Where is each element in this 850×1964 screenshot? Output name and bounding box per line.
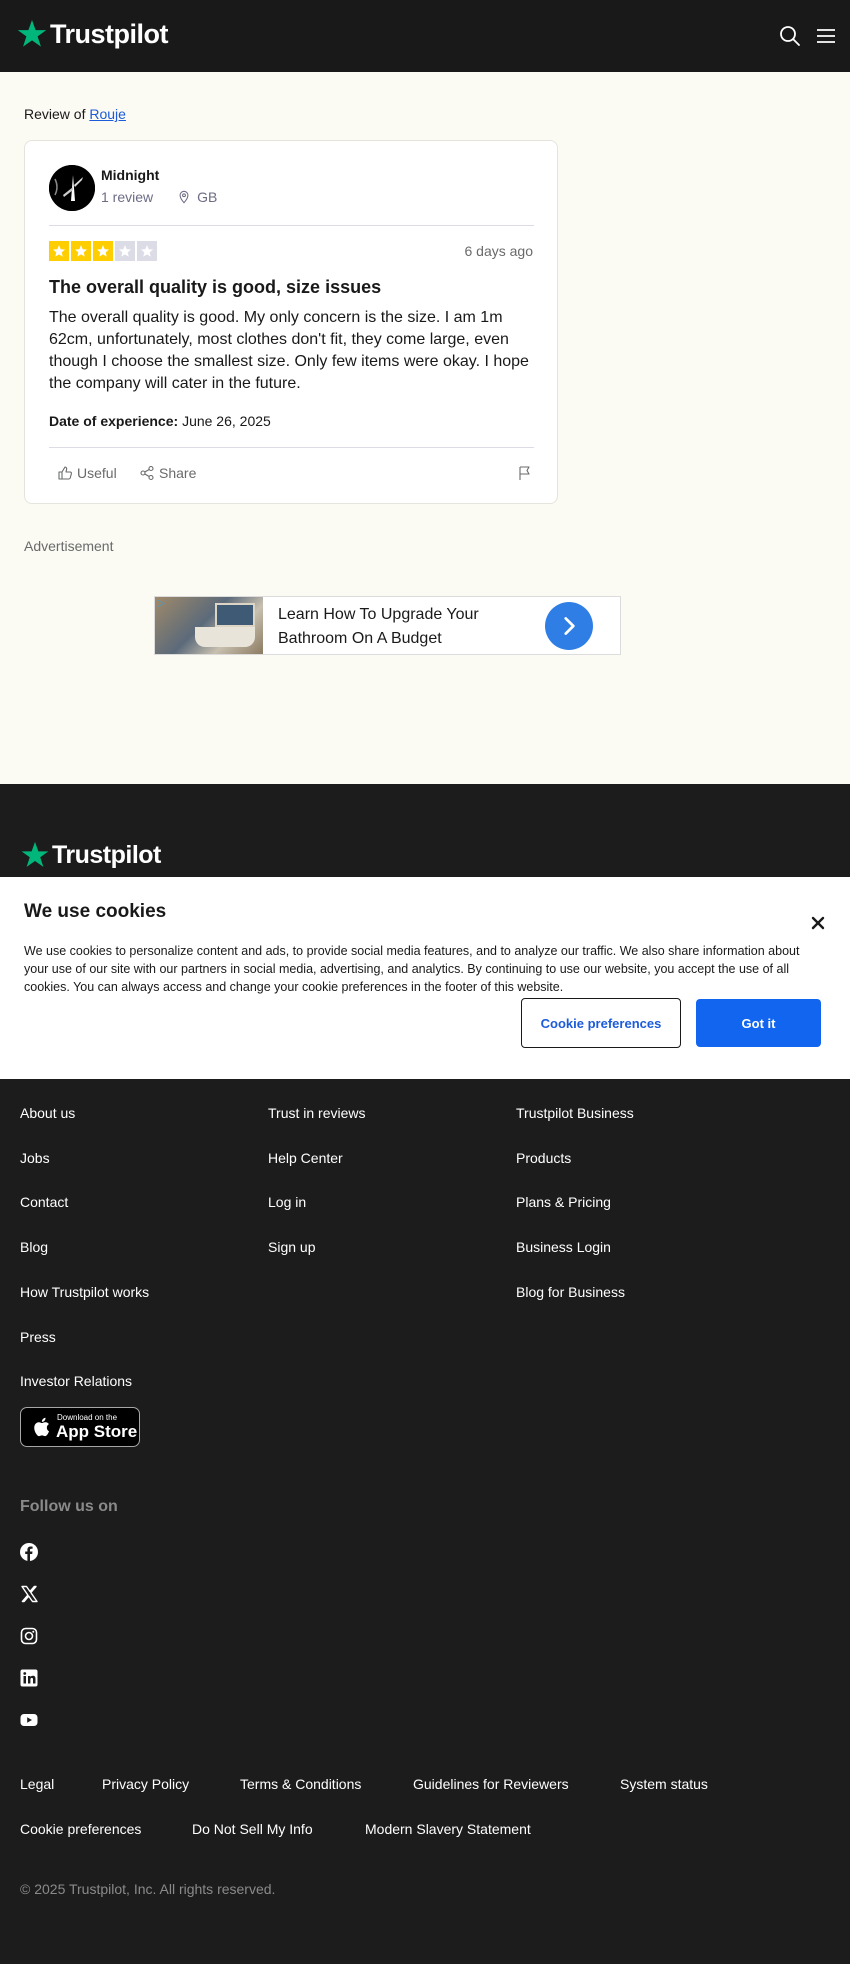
review-count: 1 review	[101, 189, 154, 205]
footer-link[interactable]: Log in	[268, 1194, 306, 1210]
legal-link[interactable]: Legal	[20, 1776, 54, 1792]
instagram-icon[interactable]	[20, 1627, 38, 1645]
experience-date: June 26, 2025	[182, 413, 271, 429]
footer-link[interactable]: Investor Relations	[20, 1373, 132, 1389]
trustpilot-logo[interactable]: Trustpilot	[16, 18, 169, 50]
review-of-line: Review of Rouje	[24, 106, 126, 122]
legal-link[interactable]: System status	[620, 1776, 708, 1792]
star-logo-icon	[21, 841, 49, 867]
cookie-title: We use cookies	[24, 901, 167, 922]
legal-link[interactable]: Guidelines for Reviewers	[413, 1776, 569, 1792]
app-store-small: Download on the	[57, 1413, 118, 1422]
divider	[49, 447, 534, 448]
x-icon[interactable]	[20, 1585, 38, 1603]
legal-link[interactable]: Terms & Conditions	[240, 1776, 361, 1792]
footer-link[interactable]: Contact	[20, 1194, 68, 1210]
star-empty-icon	[137, 241, 157, 261]
apple-icon	[34, 1417, 50, 1437]
ad-arrow-button[interactable]	[545, 602, 593, 650]
star-empty-icon	[115, 241, 135, 261]
footer-brand-name: Trustpilot	[52, 840, 161, 869]
star-rating	[49, 241, 157, 261]
footer-link[interactable]: Plans & Pricing	[516, 1194, 611, 1210]
chevron-right-icon	[564, 617, 575, 635]
site-header: Trustpilot	[0, 0, 850, 72]
adchoices-icon[interactable]: ▷	[157, 598, 165, 609]
footer-link[interactable]: About us	[20, 1105, 75, 1121]
footer-link[interactable]: Products	[516, 1150, 571, 1166]
reviewer-meta: 1 review GB	[101, 189, 217, 205]
cookie-banner: We use cookies We use cookies to persona…	[0, 877, 850, 1079]
footer-logo[interactable]: Trustpilot	[20, 840, 161, 870]
star-filled-icon	[93, 241, 113, 261]
menu-icon[interactable]	[814, 24, 838, 48]
footer-link[interactable]: Help Center	[268, 1150, 343, 1166]
legal-link[interactable]: Do Not Sell My Info	[192, 1821, 313, 1837]
star-filled-icon	[49, 241, 69, 261]
useful-label: Useful	[77, 465, 117, 481]
review-date: 6 days ago	[464, 243, 534, 259]
copyright: © 2025 Trustpilot, Inc. All rights reser…	[20, 1881, 276, 1897]
legal-link[interactable]: Privacy Policy	[102, 1776, 189, 1792]
footer-link[interactable]: How Trustpilot works	[20, 1284, 149, 1300]
follow-us-heading: Follow us on	[20, 1498, 118, 1515]
reviewer-name[interactable]: Midnight	[101, 167, 159, 183]
avatar[interactable]	[49, 165, 95, 211]
facebook-icon[interactable]	[20, 1543, 38, 1561]
ad-image-tub	[195, 627, 255, 647]
star-filled-icon	[71, 241, 91, 261]
linkedin-icon[interactable]	[20, 1669, 38, 1687]
ad-image-window	[215, 603, 255, 627]
app-store-badge[interactable]: Download on the App Store	[20, 1407, 140, 1447]
footer-link[interactable]: Press	[20, 1329, 56, 1345]
footer-link[interactable]: Blog	[20, 1239, 48, 1255]
footer-link[interactable]: Sign up	[268, 1239, 315, 1255]
search-icon[interactable]	[778, 24, 802, 48]
avatar-image	[49, 165, 95, 211]
location-pin-icon	[179, 190, 189, 204]
review-card: Midnight 1 review GB 6 days ago The over…	[24, 140, 558, 504]
brand-name: Trustpilot	[50, 18, 169, 49]
experience-label: Date of experience:	[49, 413, 179, 429]
useful-button[interactable]: Useful	[57, 465, 117, 481]
share-label: Share	[159, 465, 197, 481]
main-content: Review of Rouje Midnight 1 review GB 6 d…	[0, 72, 850, 784]
star-logo-icon	[17, 20, 47, 47]
review-title[interactable]: The overall quality is good, size issues	[49, 277, 381, 298]
review-body: The overall quality is good. My only con…	[49, 309, 529, 392]
got-it-button[interactable]: Got it	[696, 999, 821, 1047]
footer-link[interactable]: Trustpilot Business	[516, 1105, 634, 1121]
reviewer-location: GB	[177, 189, 217, 205]
date-of-experience: Date of experience: June 26, 2025	[49, 413, 271, 429]
app-store-big: App Store	[56, 1422, 138, 1441]
cookie-preferences-button[interactable]: Cookie preferences	[521, 998, 681, 1048]
ad-text: Learn How To Upgrade Your Bathroom On A …	[278, 606, 479, 647]
thumbs-up-icon	[58, 466, 72, 480]
close-icon[interactable]	[808, 913, 828, 933]
share-icon	[140, 465, 154, 481]
flag-icon	[519, 466, 530, 480]
advertisement-label: Advertisement	[24, 538, 114, 554]
legal-link[interactable]: Cookie preferences	[20, 1821, 141, 1837]
ad-image	[155, 597, 263, 654]
youtube-icon[interactable]	[20, 1711, 38, 1729]
review-actions: Useful Share	[49, 465, 534, 489]
review-of-prefix: Review of	[24, 106, 86, 122]
footer-link[interactable]: Business Login	[516, 1239, 611, 1255]
divider	[49, 225, 534, 226]
footer-link[interactable]: Blog for Business	[516, 1284, 625, 1300]
advertisement-banner[interactable]: ▷ Learn How To Upgrade Your Bathroom On …	[154, 596, 621, 655]
company-link[interactable]: Rouje	[89, 106, 126, 122]
reviewer-country: GB	[197, 189, 218, 205]
share-button[interactable]: Share	[139, 465, 196, 481]
footer-link[interactable]: Jobs	[20, 1150, 50, 1166]
footer-link[interactable]: Trust in reviews	[268, 1105, 366, 1121]
report-button[interactable]	[517, 465, 537, 481]
cookie-text: We use cookies to personalize content an…	[24, 944, 800, 994]
legal-link[interactable]: Modern Slavery Statement	[365, 1821, 531, 1837]
